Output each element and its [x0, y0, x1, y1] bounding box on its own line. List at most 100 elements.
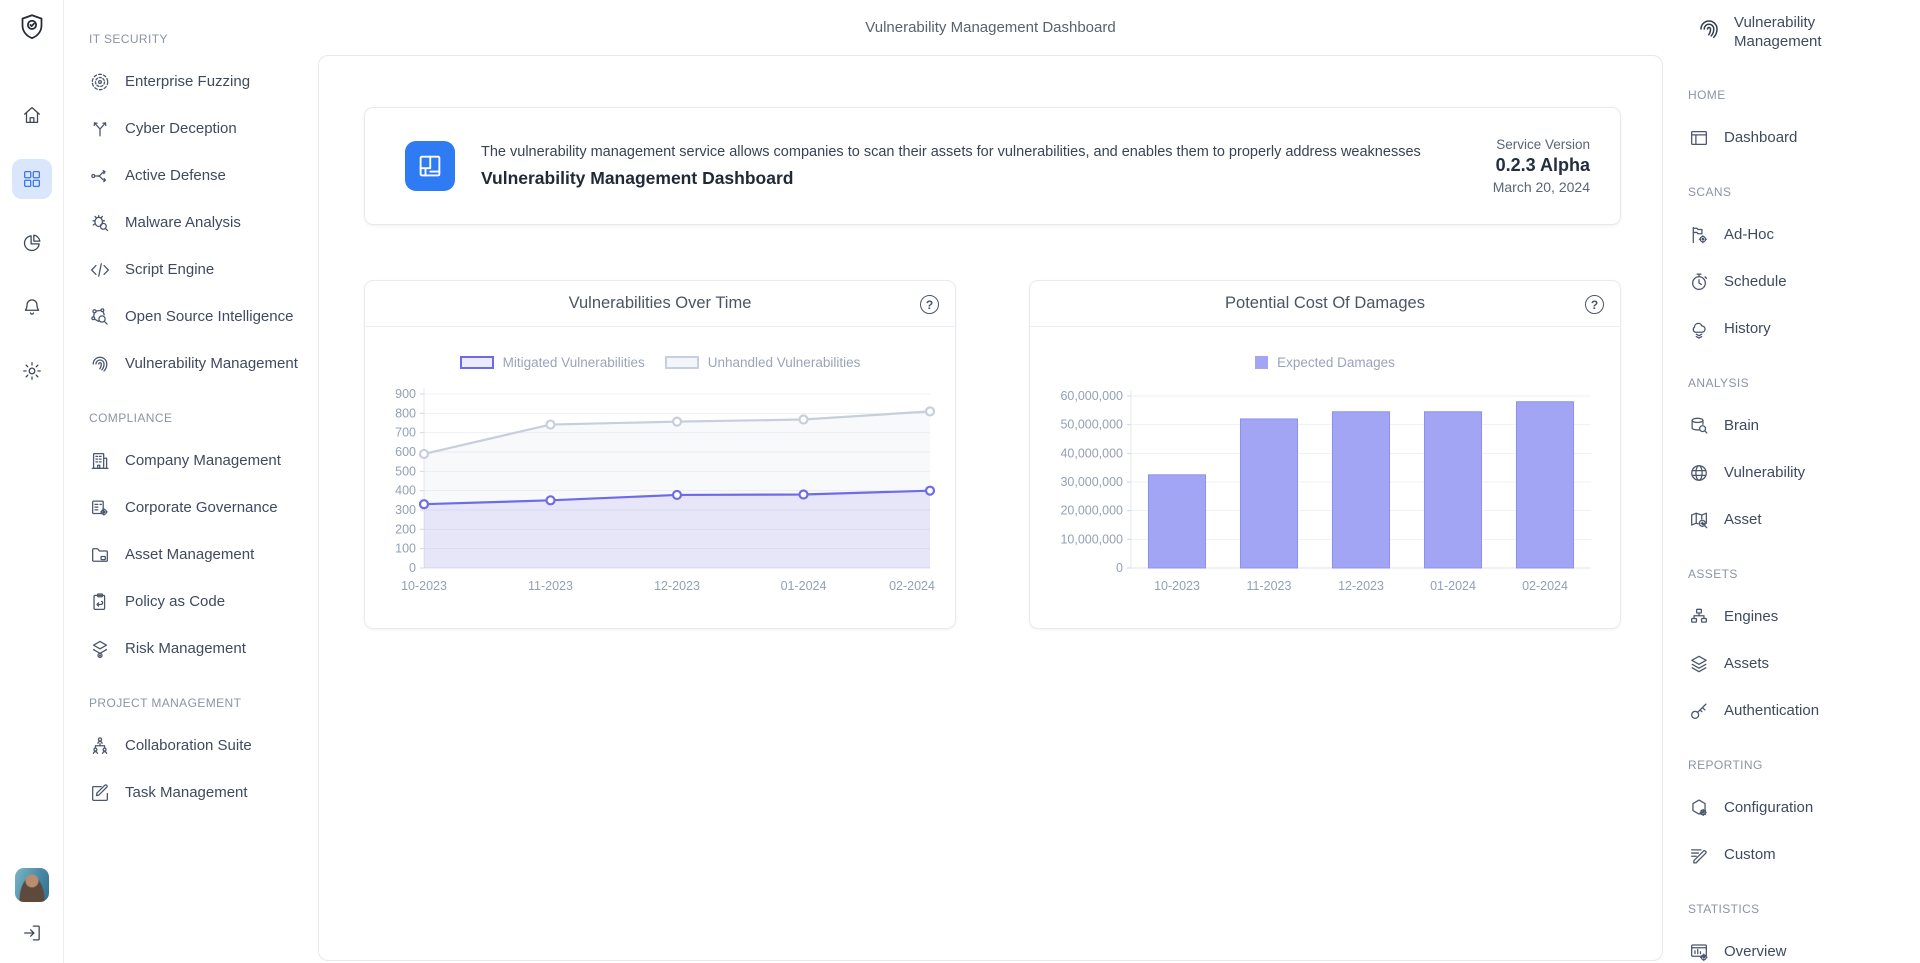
- collaboration-suite-icon: [89, 735, 111, 757]
- service-version-label: Service Version: [1493, 137, 1590, 152]
- rail-dashboard-button[interactable]: [12, 159, 52, 199]
- right-nav-item-custom[interactable]: Custom: [1688, 831, 1920, 878]
- sidebar-item-asset-management[interactable]: Asset Management: [89, 531, 318, 578]
- sidebar-item-label: Open Source Intelligence: [125, 308, 293, 325]
- legend-item-mitigated-vulnerabilities[interactable]: Mitigated Vulnerabilities: [460, 355, 645, 370]
- sidebar-item-policy-as-code[interactable]: Policy as Code: [89, 578, 318, 625]
- right-nav-item-asset[interactable]: Asset: [1688, 496, 1920, 543]
- right-nav-section-title: STATISTICS: [1688, 878, 1920, 928]
- right-nav-item-authentication[interactable]: Authentication: [1688, 687, 1920, 734]
- right-nav-item-label: Asset: [1724, 511, 1762, 528]
- sidebar-item-label: Company Management: [125, 452, 281, 469]
- ad-hoc-icon: [1688, 224, 1710, 246]
- policy-as-code-icon: [89, 591, 111, 613]
- service-info-card: The vulnerability management service all…: [364, 107, 1621, 225]
- help-icon[interactable]: ?: [920, 295, 939, 314]
- svg-text:20,000,000: 20,000,000: [1060, 504, 1123, 518]
- authentication-icon: [1688, 700, 1710, 722]
- sidebar-item-company-management[interactable]: Company Management: [89, 437, 318, 484]
- svg-text:100: 100: [395, 542, 416, 556]
- svg-text:900: 900: [395, 387, 416, 401]
- sidebar-section-title: IT SECURITY: [89, 8, 318, 58]
- sidebar-item-label: Asset Management: [125, 546, 254, 563]
- right-nav-item-label: Authentication: [1724, 702, 1819, 719]
- svg-text:60,000,000: 60,000,000: [1060, 389, 1123, 403]
- right-nav-item-label: Engines: [1724, 608, 1778, 625]
- sidebar-item-collaboration-suite[interactable]: Collaboration Suite: [89, 722, 318, 769]
- right-nav-item-configuration[interactable]: Configuration: [1688, 784, 1920, 831]
- user-avatar[interactable]: [15, 868, 49, 902]
- logout-icon[interactable]: [21, 922, 43, 949]
- sidebar-item-label: Enterprise Fuzzing: [125, 73, 250, 90]
- svg-text:11-2023: 11-2023: [1247, 579, 1292, 593]
- enterprise-fuzzing-icon: [89, 71, 111, 93]
- sidebar-item-vulnerability-management[interactable]: Vulnerability Management: [89, 340, 318, 387]
- svg-text:01-2024: 01-2024: [1430, 579, 1476, 593]
- legend-item-unhandled-vulnerabilities[interactable]: Unhandled Vulnerabilities: [665, 355, 861, 370]
- gear-icon: [21, 360, 43, 382]
- malware-analysis-icon: [89, 212, 111, 234]
- service-version-date: March 20, 2024: [1493, 179, 1590, 195]
- right-nav-item-history[interactable]: History: [1688, 305, 1920, 352]
- rail-notifications-button[interactable]: [12, 287, 52, 327]
- company-management-icon: [89, 450, 111, 472]
- svg-text:500: 500: [395, 464, 416, 478]
- dashboard-card-icon: [405, 141, 455, 191]
- right-nav-item-brain[interactable]: Brain: [1688, 402, 1920, 449]
- svg-text:200: 200: [395, 522, 416, 536]
- sidebar-item-label: Policy as Code: [125, 593, 225, 610]
- right-nav-item-label: Assets: [1724, 655, 1769, 672]
- rail-home-button[interactable]: [12, 95, 52, 135]
- right-nav-section-title: REPORTING: [1688, 734, 1920, 784]
- sidebar-item-risk-management[interactable]: Risk Management: [89, 625, 318, 672]
- svg-text:700: 700: [395, 426, 416, 440]
- right-nav-item-schedule[interactable]: Schedule: [1688, 258, 1920, 305]
- chart-legend: Expected Damages: [1030, 355, 1620, 370]
- sidebar-section-title: COMPLIANCE: [89, 387, 318, 437]
- right-nav-item-vulnerability[interactable]: Vulnerability: [1688, 449, 1920, 496]
- sidebar-section-title: PROJECT MANAGEMENT: [89, 672, 318, 722]
- right-nav-item-label: Schedule: [1724, 273, 1787, 290]
- svg-text:300: 300: [395, 503, 416, 517]
- right-nav-item-label: Dashboard: [1724, 129, 1797, 146]
- vulnerability-management-icon: [89, 353, 111, 375]
- vulnerabilities-over-time-card: Vulnerabilities Over Time ? Mitigated Vu…: [364, 280, 956, 629]
- right-nav-item-assets[interactable]: Assets: [1688, 640, 1920, 687]
- sidebar-item-task-management[interactable]: Task Management: [89, 769, 318, 816]
- sidebar-item-label: Vulnerability Management: [125, 355, 298, 372]
- sidebar-item-enterprise-fuzzing[interactable]: Enterprise Fuzzing: [89, 58, 318, 105]
- svg-text:30,000,000: 30,000,000: [1060, 475, 1123, 489]
- sidebar-item-label: Script Engine: [125, 261, 214, 278]
- right-nav-item-overview[interactable]: Overview: [1688, 928, 1920, 963]
- active-defense-icon: [89, 165, 111, 187]
- sidebar-item-label: Cyber Deception: [125, 120, 237, 137]
- bell-icon: [21, 296, 43, 318]
- legend-item-expected-damages[interactable]: Expected Damages: [1255, 355, 1395, 370]
- chart-title: Potential Cost Of Damages: [1030, 281, 1620, 327]
- sidebar-item-cyber-deception[interactable]: Cyber Deception: [89, 105, 318, 152]
- sidebar-item-active-defense[interactable]: Active Defense: [89, 152, 318, 199]
- svg-text:12-2023: 12-2023: [654, 579, 700, 593]
- right-nav-item-ad-hoc[interactable]: Ad-Hoc: [1688, 211, 1920, 258]
- module-brand: Vulnerability Management: [1696, 14, 1920, 64]
- rail-settings-button[interactable]: [12, 351, 52, 391]
- sidebar-item-label: Task Management: [125, 784, 248, 801]
- right-nav-item-dashboard[interactable]: Dashboard: [1688, 114, 1920, 161]
- chart-legend: Mitigated Vulnerabilities Unhandled Vulne…: [365, 355, 955, 370]
- svg-text:400: 400: [395, 484, 416, 498]
- history-icon: [1688, 318, 1710, 340]
- sidebar-item-open-source-intelligence[interactable]: Open Source Intelligence: [89, 293, 318, 340]
- sidebar-item-script-engine[interactable]: Script Engine: [89, 246, 318, 293]
- rail-analytics-button[interactable]: [12, 223, 52, 263]
- help-icon[interactable]: ?: [1585, 295, 1604, 314]
- legend-label: Expected Damages: [1277, 355, 1395, 370]
- sidebar-item-corporate-governance[interactable]: Corporate Governance: [89, 484, 318, 531]
- vulnerabilities-over-time-chart: 010020030040050060070080090010-202311-20…: [365, 380, 955, 602]
- legend-key: [460, 356, 494, 369]
- right-nav-item-label: Custom: [1724, 846, 1776, 863]
- sidebar-item-malware-analysis[interactable]: Malware Analysis: [89, 199, 318, 246]
- svg-text:02-2024: 02-2024: [889, 579, 935, 593]
- right-nav-item-engines[interactable]: Engines: [1688, 593, 1920, 640]
- charts-row: Vulnerabilities Over Time ? Mitigated Vu…: [364, 280, 1621, 629]
- service-title: Vulnerability Management Dashboard: [481, 168, 1421, 189]
